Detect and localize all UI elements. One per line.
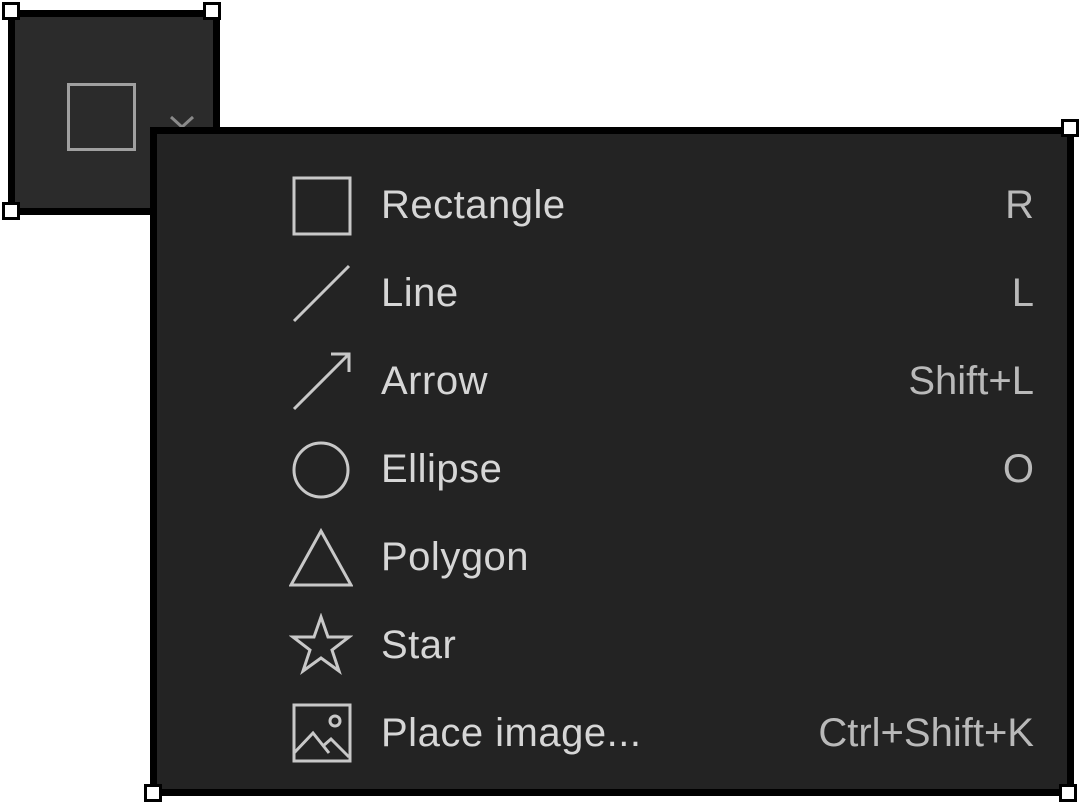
menu-item-label: Rectangle	[381, 183, 566, 227]
menu-item-label: Ellipse	[381, 447, 503, 491]
menu-item-star[interactable]: Star	[289, 605, 1034, 685]
canvas: Rectangle R Line L Arrow Shift+L Ellipse…	[0, 0, 1084, 807]
menu-item-label: Arrow	[381, 359, 488, 403]
image-icon	[289, 701, 353, 765]
menu-item-label: Polygon	[381, 535, 530, 579]
menu-item-label: Line	[381, 271, 459, 315]
rectangle-icon	[67, 83, 136, 151]
selection-handle	[2, 2, 20, 20]
menu-item-shortcut: Shift+L	[908, 359, 1034, 403]
menu-item-polygon[interactable]: Polygon	[289, 517, 1034, 597]
menu-item-shortcut: R	[1005, 183, 1034, 227]
star-icon	[289, 613, 353, 677]
menu-item-shortcut: L	[1011, 271, 1034, 315]
menu-item-label: Place image...	[381, 711, 642, 755]
rectangle-icon	[289, 173, 353, 237]
shape-dropdown-menu: Rectangle R Line L Arrow Shift+L Ellipse…	[150, 127, 1074, 796]
polygon-icon	[289, 525, 353, 589]
menu-item-label: Star	[381, 623, 457, 667]
line-icon	[289, 261, 353, 325]
ellipse-icon	[289, 437, 353, 501]
menu-item-line[interactable]: Line L	[289, 253, 1034, 333]
selection-handle	[1059, 784, 1077, 802]
menu-item-rectangle[interactable]: Rectangle R	[289, 165, 1034, 245]
menu-item-ellipse[interactable]: Ellipse O	[289, 429, 1034, 509]
arrow-icon	[289, 349, 353, 413]
selection-handle	[144, 784, 162, 802]
menu-item-arrow[interactable]: Arrow Shift+L	[289, 341, 1034, 421]
menu-item-place-image[interactable]: Place image... Ctrl+Shift+K	[289, 693, 1034, 773]
menu-item-shortcut: O	[1002, 447, 1034, 491]
menu-item-shortcut: Ctrl+Shift+K	[818, 711, 1034, 755]
selection-handle	[1061, 119, 1079, 137]
selection-handle	[2, 202, 20, 220]
selection-handle	[203, 2, 221, 20]
